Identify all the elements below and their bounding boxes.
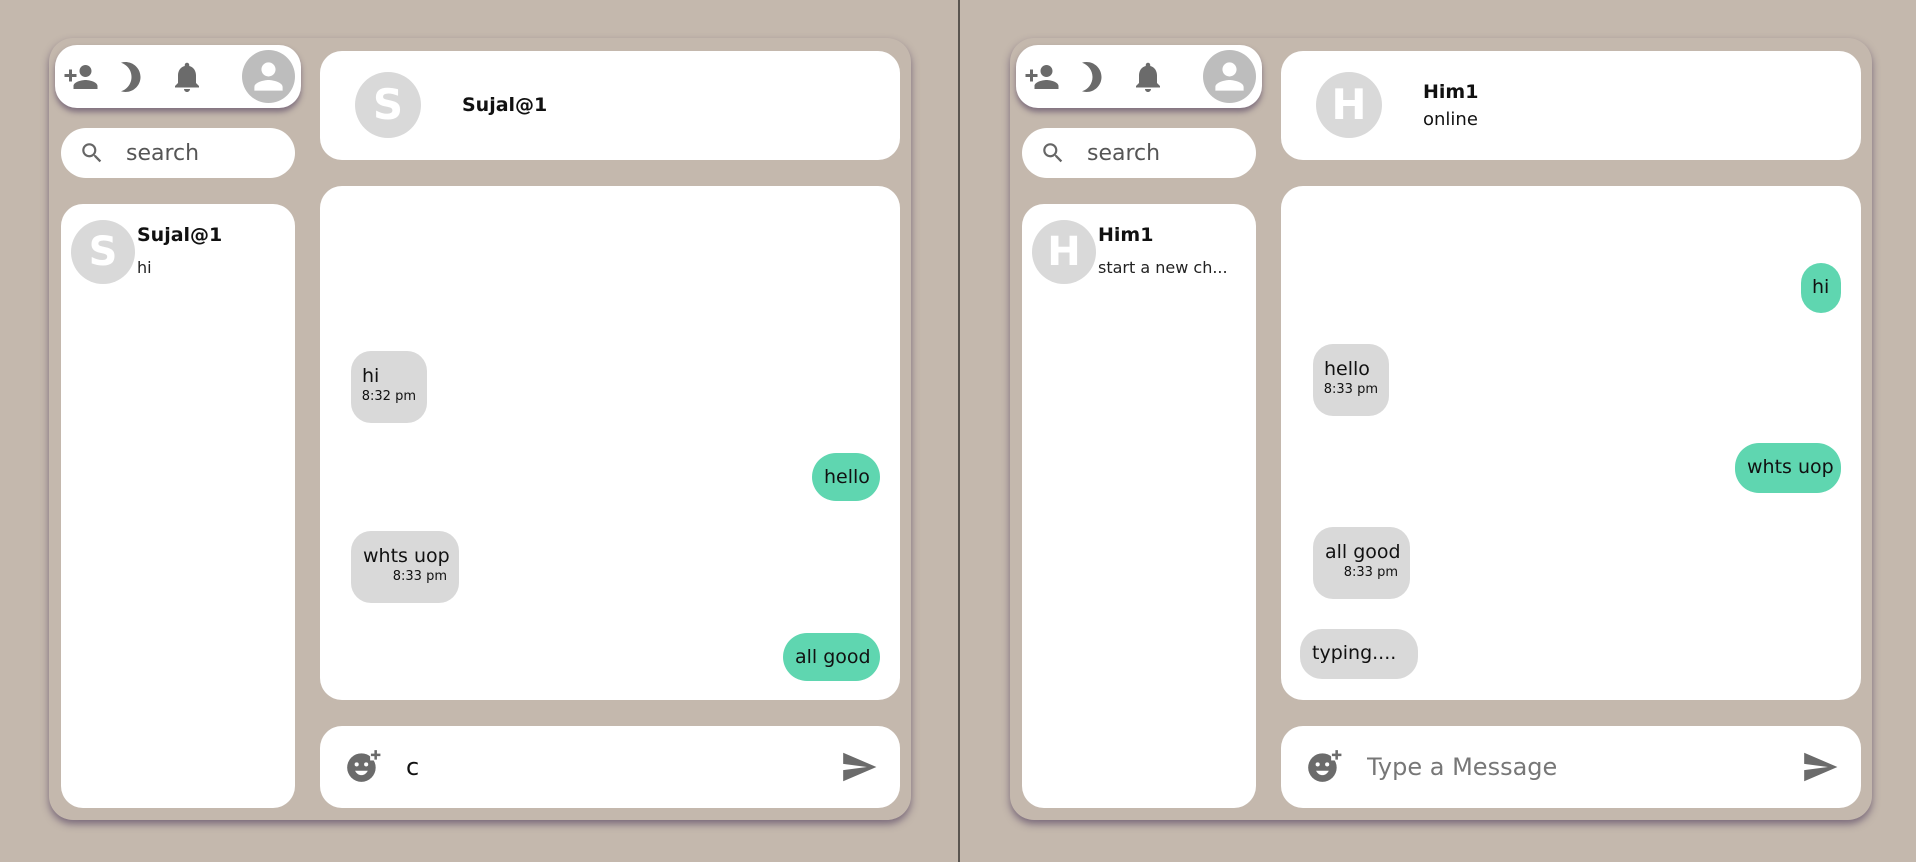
chat-list: S Sujal@1 hi: [61, 204, 295, 808]
message-bubble-outgoing: hi: [1801, 263, 1841, 313]
bell-icon[interactable]: [1130, 59, 1166, 95]
header-contact-name: Him1: [1423, 81, 1479, 103]
add-emoji-icon[interactable]: [344, 747, 382, 785]
header-avatar: S: [355, 72, 421, 138]
toolbar: [55, 45, 301, 108]
last-message-preview: hi: [137, 258, 152, 277]
typing-text: typing....: [1312, 642, 1397, 664]
add-person-icon[interactable]: [63, 59, 99, 95]
chat-app-sujal: S Sujal@1 hi S Sujal@1 hi 8:32 pm hello …: [49, 38, 911, 820]
chat-header: H Him1 online: [1281, 51, 1861, 160]
message-area: hi 8:32 pm hello whts uop 8:33 pm all go…: [320, 186, 900, 700]
chat-header: S Sujal@1: [320, 51, 900, 160]
last-message-preview: start a new ch...: [1098, 258, 1228, 277]
message-text: hello: [1324, 358, 1370, 380]
search-icon: [82, 143, 102, 163]
message-bubble-outgoing: whts uop: [1735, 443, 1841, 493]
message-time: 8:33 pm: [1323, 382, 1378, 397]
profile-avatar[interactable]: [1203, 50, 1256, 103]
message-input-bar: [320, 726, 900, 808]
message-input-bar: [1281, 726, 1861, 808]
message-input[interactable]: [406, 748, 806, 786]
search-input[interactable]: [126, 136, 286, 170]
send-icon[interactable]: [1801, 748, 1839, 786]
message-text: hello: [824, 466, 870, 488]
header-contact-name: Sujal@1: [462, 94, 548, 116]
send-icon[interactable]: [840, 748, 878, 786]
add-person-icon[interactable]: [1024, 59, 1060, 95]
user-icon: [1215, 62, 1244, 91]
message-text: hi: [1812, 276, 1830, 298]
message-input[interactable]: [1367, 748, 1767, 786]
message-time: 8:33 pm: [1343, 565, 1398, 580]
message-area: hi hello 8:33 pm whts uop all good 8:33 …: [1281, 186, 1861, 700]
message-bubble-incoming: all good 8:33 pm: [1313, 527, 1410, 599]
message-bubble-incoming: hello 8:33 pm: [1313, 344, 1389, 416]
add-emoji-icon[interactable]: [1305, 747, 1343, 785]
message-time: 8:32 pm: [361, 389, 416, 404]
typing-indicator: typing....: [1300, 629, 1418, 679]
search-icon: [1043, 143, 1063, 163]
message-text: all good: [795, 646, 871, 668]
user-icon: [254, 62, 283, 91]
chat-list: H Him1 start a new ch...: [1022, 204, 1256, 808]
profile-avatar[interactable]: [242, 50, 295, 103]
header-avatar: H: [1316, 72, 1382, 138]
chat-list-item[interactable]: S Sujal@1 hi: [71, 220, 291, 286]
message-text: whts uop: [363, 545, 450, 567]
chat-app-him: H Him1 start a new ch... H Him1 online h…: [1010, 38, 1872, 820]
search-input[interactable]: [1087, 136, 1247, 170]
window-divider: [958, 0, 960, 862]
chat-list-item[interactable]: H Him1 start a new ch...: [1032, 220, 1252, 286]
message-bubble-outgoing: all good: [783, 633, 880, 681]
bell-icon[interactable]: [169, 59, 205, 95]
contact-name: Him1: [1098, 224, 1154, 246]
contact-avatar: S: [71, 220, 135, 284]
contact-avatar: H: [1032, 220, 1096, 284]
message-text: whts uop: [1747, 456, 1834, 478]
message-text: all good: [1325, 541, 1401, 563]
contact-name: Sujal@1: [137, 224, 223, 246]
message-text: hi: [362, 365, 380, 387]
online-status: online: [1423, 109, 1478, 130]
moon-icon[interactable]: [112, 59, 148, 95]
moon-icon[interactable]: [1073, 59, 1109, 95]
search-bar[interactable]: [1022, 128, 1256, 178]
message-bubble-outgoing: hello: [812, 453, 880, 501]
message-bubble-incoming: hi 8:32 pm: [351, 351, 427, 423]
search-bar[interactable]: [61, 128, 295, 178]
message-time: 8:33 pm: [392, 569, 447, 584]
message-bubble-incoming: whts uop 8:33 pm: [351, 531, 459, 603]
toolbar: [1016, 45, 1262, 108]
